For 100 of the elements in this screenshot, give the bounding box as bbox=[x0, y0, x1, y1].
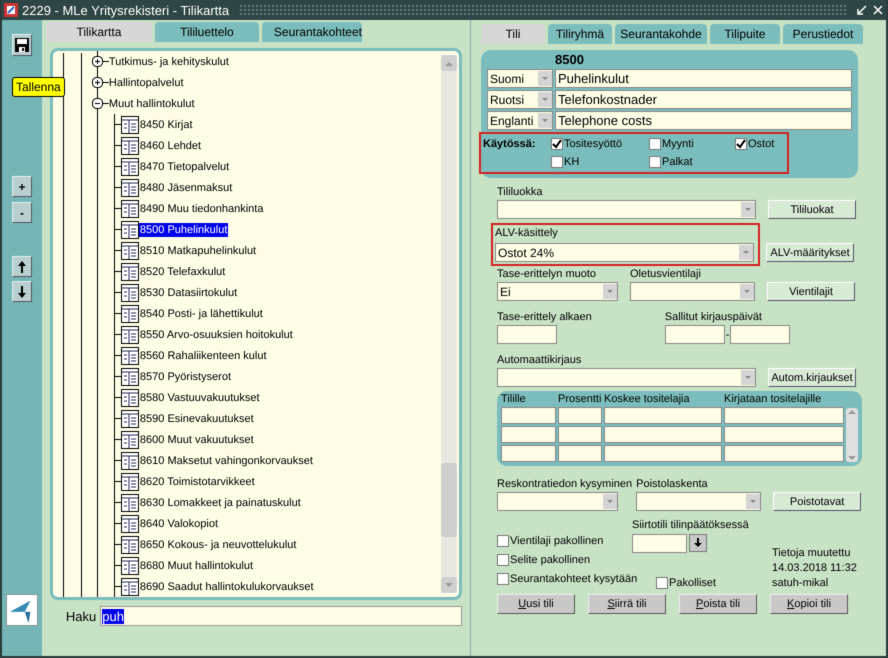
dropdown-icon[interactable] bbox=[538, 92, 552, 107]
checkbox-box[interactable] bbox=[551, 156, 563, 168]
language-dropdown[interactable]: Suomi bbox=[487, 69, 553, 88]
dropdown-icon[interactable] bbox=[603, 494, 617, 509]
table-cell[interactable] bbox=[604, 407, 722, 424]
tree-item[interactable]: 8500 Puhelinkulut bbox=[138, 222, 228, 236]
scroll-up-icon[interactable] bbox=[445, 60, 453, 66]
checkbox[interactable]: Myynti bbox=[649, 138, 735, 150]
entry-types-button[interactable]: Vientilajit bbox=[767, 282, 855, 301]
scroll-up-icon[interactable] bbox=[846, 408, 858, 416]
dropdown-icon[interactable] bbox=[741, 202, 755, 217]
checkbox-box[interactable] bbox=[735, 138, 747, 150]
tree-item[interactable]: 8590 Esinevakuutukset bbox=[138, 412, 255, 426]
account-name-field[interactable]: Telefonkostnader bbox=[555, 90, 852, 109]
save-button[interactable] bbox=[12, 34, 32, 56]
table-cell[interactable] bbox=[604, 426, 722, 443]
tree-item[interactable]: 8600 Muut vakuutukset bbox=[138, 432, 255, 446]
tree-item[interactable]: 8620 Toimistotarvikkeet bbox=[138, 474, 256, 488]
search-field[interactable]: puh bbox=[100, 606, 462, 626]
dropdown-icon[interactable] bbox=[538, 71, 552, 86]
tool-button[interactable]: - bbox=[12, 202, 32, 223]
transfer-account-field[interactable] bbox=[632, 534, 687, 553]
account-classes-button[interactable]: Tililuokat bbox=[768, 200, 856, 219]
tree-item[interactable]: 8450 Kirjat bbox=[138, 118, 194, 132]
tree-item[interactable]: 8540 Posti- ja lähettikulut bbox=[138, 306, 264, 320]
tree-item[interactable]: 8460 Lehdet bbox=[138, 138, 202, 152]
tree-item[interactable]: 8470 Tietopalvelut bbox=[138, 160, 230, 174]
tree-group[interactable]: Hallintopalvelut bbox=[108, 76, 184, 88]
tree-item[interactable]: 8690 Saadut hallintokulukorvaukset bbox=[138, 580, 315, 594]
checkbox-box[interactable] bbox=[656, 577, 668, 589]
dropdown-icon[interactable] bbox=[538, 113, 552, 128]
table-cell[interactable] bbox=[501, 445, 556, 462]
auto-entry-dropdown[interactable] bbox=[497, 368, 756, 387]
checkbox-box[interactable] bbox=[649, 156, 661, 168]
tab[interactable]: Tiliryhmä bbox=[548, 24, 612, 44]
collapse-icon[interactable] bbox=[92, 98, 103, 109]
auto-entries-button[interactable]: Autom.kirjaukset bbox=[768, 368, 856, 387]
checkbox[interactable]: Pakolliset bbox=[656, 577, 772, 589]
action-button[interactable]: Poista tili bbox=[679, 594, 757, 614]
close-icon[interactable] bbox=[872, 4, 884, 16]
scrollbar[interactable] bbox=[846, 408, 858, 462]
date-field[interactable] bbox=[664, 325, 725, 344]
dropdown-icon[interactable] bbox=[746, 494, 760, 509]
checkbox[interactable]: Palkat bbox=[649, 156, 735, 168]
tree-item[interactable]: 8580 Vastuuvakuutukset bbox=[138, 390, 261, 404]
balance-spec-dropdown[interactable]: Ei bbox=[497, 282, 618, 301]
vat-dropdown[interactable]: Ostot 24% bbox=[495, 243, 754, 262]
tree-item[interactable]: 8640 Valokopiot bbox=[138, 516, 220, 530]
tree-item[interactable]: 8560 Rahaliikenteen kulut bbox=[138, 348, 268, 362]
table-cell[interactable] bbox=[724, 445, 844, 462]
scrollbar[interactable] bbox=[441, 55, 457, 593]
minimize-icon[interactable] bbox=[856, 4, 868, 16]
vat-settings-button[interactable]: ALV-määritykset bbox=[766, 243, 854, 262]
tab[interactable]: Tilipuite bbox=[710, 24, 780, 44]
table-cell[interactable] bbox=[501, 426, 556, 443]
checkbox-box[interactable] bbox=[497, 535, 509, 547]
action-button[interactable]: Uusi tili bbox=[497, 594, 575, 614]
checkbox[interactable]: Ostot bbox=[735, 138, 795, 150]
table-cell[interactable] bbox=[604, 445, 722, 462]
checkbox[interactable]: Selite pakollinen bbox=[497, 554, 590, 566]
account-class-dropdown[interactable] bbox=[497, 200, 756, 219]
move-down-button[interactable] bbox=[12, 281, 32, 302]
language-dropdown[interactable]: Englanti bbox=[487, 111, 553, 130]
checkbox[interactable]: Seurantakohteet kysytään bbox=[497, 573, 638, 585]
checkbox-box[interactable] bbox=[649, 138, 661, 150]
lookup-button[interactable] bbox=[689, 534, 707, 552]
tool-button[interactable]: + bbox=[12, 176, 32, 197]
checkbox-box[interactable] bbox=[497, 573, 509, 585]
tab[interactable]: Tililuettelo bbox=[154, 22, 259, 42]
account-name-field[interactable]: Puhelinkulut bbox=[555, 69, 852, 88]
date-field[interactable] bbox=[497, 325, 557, 344]
tab[interactable]: Perustiedot bbox=[783, 24, 863, 44]
table-cell[interactable] bbox=[558, 407, 602, 424]
move-up-button[interactable] bbox=[12, 256, 32, 277]
tab[interactable]: Seurantakohteet bbox=[262, 22, 362, 42]
action-button[interactable]: Siirrä tili bbox=[588, 594, 666, 614]
date-field[interactable] bbox=[730, 325, 790, 344]
tab[interactable]: Tilikartta bbox=[46, 22, 152, 42]
tree-group[interactable]: Muut hallintokulut bbox=[108, 98, 195, 110]
depreciation-dropdown[interactable] bbox=[636, 492, 762, 511]
scroll-down-icon[interactable] bbox=[445, 582, 453, 588]
tree-item[interactable]: 8530 Datasiirtokulut bbox=[138, 286, 238, 300]
dropdown-icon[interactable] bbox=[740, 284, 754, 299]
tree-item[interactable]: 8630 Lomakkeet ja painatuskulut bbox=[138, 496, 302, 510]
dropdown-icon[interactable] bbox=[603, 284, 617, 299]
table-cell[interactable] bbox=[558, 426, 602, 443]
tab[interactable]: Tili bbox=[481, 24, 545, 44]
action-button[interactable]: Kopioi tili bbox=[770, 594, 848, 614]
tree-item[interactable]: 8650 Kokous- ja neuvottelukulut bbox=[138, 538, 298, 552]
expand-icon[interactable] bbox=[92, 77, 103, 88]
checkbox[interactable]: KH bbox=[551, 156, 649, 168]
tree-item[interactable]: 8550 Arvo-osuuksien hoitokulut bbox=[138, 328, 294, 342]
entry-type-dropdown[interactable] bbox=[630, 282, 755, 301]
tree-item[interactable]: 8680 Muut hallintokulut bbox=[138, 558, 254, 572]
table-cell[interactable] bbox=[501, 407, 556, 424]
tree-item[interactable]: 8570 Pyöristyserot bbox=[138, 370, 232, 384]
checkbox[interactable]: Tositesyöttö bbox=[551, 138, 649, 150]
scroll-thumb[interactable] bbox=[441, 463, 457, 537]
checkbox-box[interactable] bbox=[497, 554, 509, 566]
tree-item[interactable]: 8480 Jäsenmaksut bbox=[138, 180, 234, 194]
